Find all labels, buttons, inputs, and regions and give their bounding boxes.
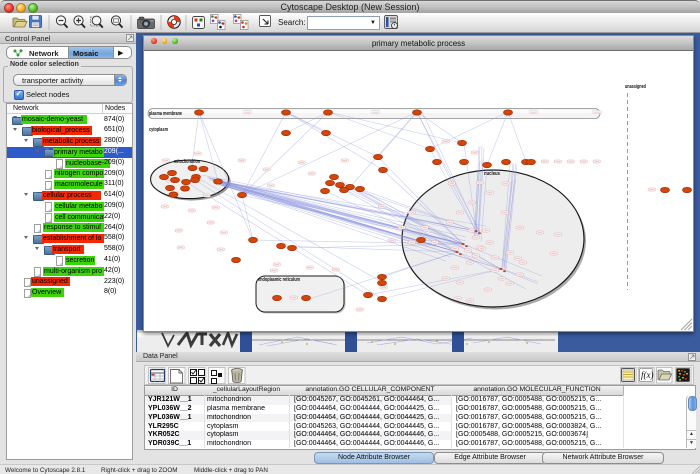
svg-text:plasma membrane: plasma membrane <box>149 111 182 117</box>
svg-text:cytoplasm: cytoplasm <box>149 127 168 133</box>
svg-text:unassigned: unassigned <box>625 84 646 90</box>
svg-text:mitochondrion: mitochondrion <box>174 159 200 165</box>
svg-text:f(x): f(x) <box>641 370 654 380</box>
svg-text:endoplasmic reticulum: endoplasmic reticulum <box>258 277 300 283</box>
